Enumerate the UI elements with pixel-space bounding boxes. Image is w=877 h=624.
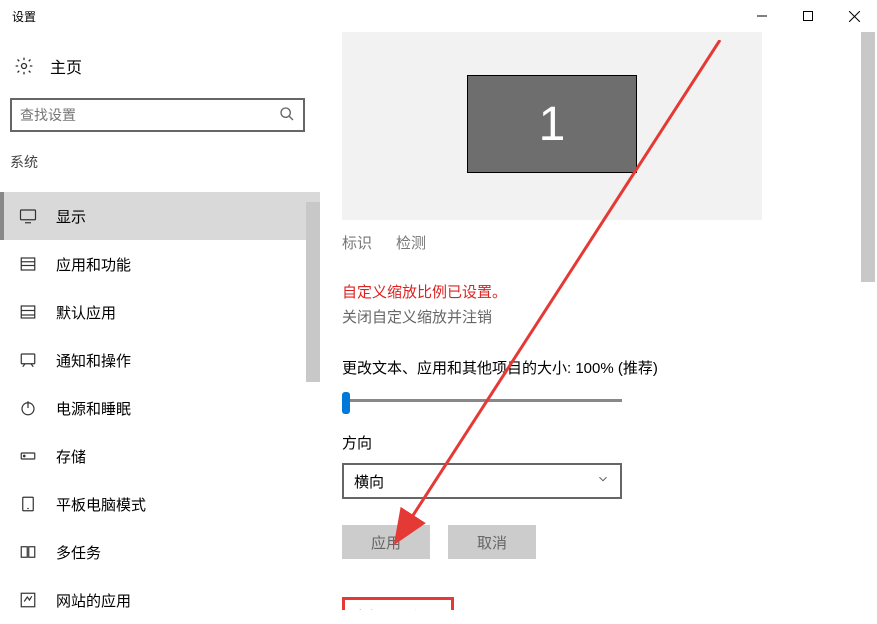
apply-button[interactable]: 应用 xyxy=(342,525,430,559)
search-icon xyxy=(279,106,295,125)
apps-icon xyxy=(18,254,38,274)
tablet-icon xyxy=(18,494,38,514)
sidebar-item-label: 应用和功能 xyxy=(56,254,131,275)
window-controls xyxy=(739,0,877,32)
search-input[interactable] xyxy=(20,107,279,123)
scale-slider[interactable] xyxy=(342,392,622,410)
monitor-1[interactable]: 1 xyxy=(467,75,637,173)
sidebar-item-label: 多任务 xyxy=(56,542,101,563)
main-pane: 1 标识 检测 自定义缩放比例已设置。 关闭自定义缩放并注销 更改文本、应用和其… xyxy=(320,32,877,610)
monitor-icon xyxy=(18,206,38,226)
cancel-button[interactable]: 取消 xyxy=(448,525,536,559)
sidebar-item-label: 平板电脑模式 xyxy=(56,494,146,515)
sidebar-item-tablet[interactable]: 平板电脑模式 xyxy=(0,480,320,528)
maximize-icon xyxy=(803,11,813,21)
sidebar-nav: 显示 应用和功能 默认应用 通知和操作 xyxy=(0,192,320,624)
close-icon xyxy=(849,11,860,22)
home-link[interactable]: 主页 xyxy=(0,48,320,84)
gear-icon xyxy=(14,56,34,76)
orientation-value: 横向 xyxy=(354,471,384,492)
sidebar-item-multitask[interactable]: 多任务 xyxy=(0,528,320,576)
minimize-button[interactable] xyxy=(739,0,785,32)
chevron-down-icon xyxy=(596,472,610,490)
slider-thumb[interactable] xyxy=(342,392,350,414)
titlebar: 设置 xyxy=(0,0,877,32)
maximize-button[interactable] xyxy=(785,0,831,32)
sidebar-section-label: 系统 xyxy=(0,152,320,172)
search-box[interactable] xyxy=(10,98,305,132)
multitask-icon xyxy=(18,542,38,562)
monitor-arrangement[interactable]: 1 xyxy=(342,32,762,220)
identify-link[interactable]: 标识 xyxy=(342,232,372,253)
defaults-icon xyxy=(18,302,38,322)
sidebar-item-notifications[interactable]: 通知和操作 xyxy=(0,336,320,384)
sidebar-item-label: 通知和操作 xyxy=(56,350,131,371)
orientation-label: 方向 xyxy=(342,432,877,453)
sidebar-item-web[interactable]: 网站的应用 xyxy=(0,576,320,624)
sidebar-item-label: 网站的应用 xyxy=(56,590,131,611)
sidebar-scrollbar[interactable] xyxy=(306,202,320,382)
sidebar-item-label: 存储 xyxy=(56,446,86,467)
web-icon xyxy=(18,590,38,610)
sidebar: 主页 系统 显示 应用和功能 xyxy=(0,32,320,610)
monitor-number: 1 xyxy=(539,97,566,152)
main-scrollbar[interactable] xyxy=(861,32,875,282)
detect-link[interactable]: 检测 xyxy=(396,232,426,253)
sidebar-item-label: 电源和睡眠 xyxy=(56,398,131,419)
sidebar-item-default-apps[interactable]: 默认应用 xyxy=(0,288,320,336)
power-icon xyxy=(18,398,38,418)
sidebar-item-label: 显示 xyxy=(56,206,86,227)
notify-icon xyxy=(18,350,38,370)
storage-icon xyxy=(18,446,38,466)
scale-label: 更改文本、应用和其他项目的大小: 100% (推荐) xyxy=(342,357,877,378)
sidebar-item-display[interactable]: 显示 xyxy=(0,192,320,240)
sidebar-item-label: 默认应用 xyxy=(56,302,116,323)
minimize-icon xyxy=(757,11,767,21)
orientation-select[interactable]: 横向 xyxy=(342,463,622,499)
window-title: 设置 xyxy=(12,8,36,25)
sidebar-item-apps[interactable]: 应用和功能 xyxy=(0,240,320,288)
sidebar-item-power[interactable]: 电源和睡眠 xyxy=(0,384,320,432)
close-button[interactable] xyxy=(831,0,877,32)
sidebar-item-storage[interactable]: 存储 xyxy=(0,432,320,480)
slider-track xyxy=(342,399,622,402)
scaling-signout-link[interactable]: 关闭自定义缩放并注销 xyxy=(342,306,877,327)
home-label: 主页 xyxy=(50,54,82,78)
advanced-display-link[interactable]: 高级显示设置 xyxy=(342,597,454,610)
scaling-warning: 自定义缩放比例已设置。 xyxy=(342,281,877,302)
